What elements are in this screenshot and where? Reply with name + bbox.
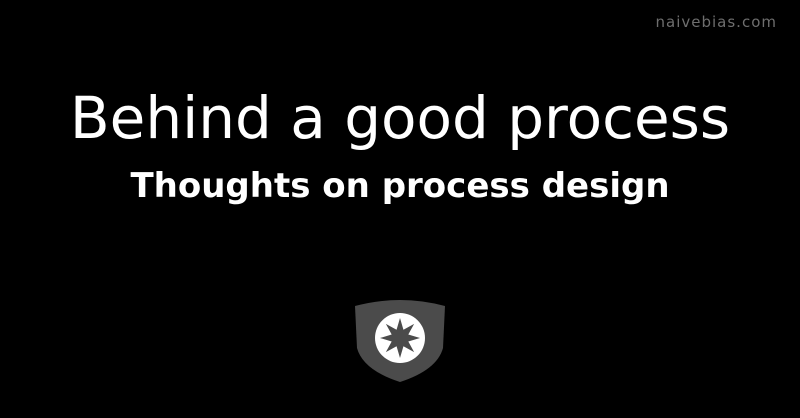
post-title: Behind a good process	[69, 84, 731, 152]
site-label: naivebias.com	[655, 13, 777, 31]
shield-star-icon	[355, 300, 445, 382]
post-subtitle: Thoughts on process design	[130, 166, 670, 206]
eight-point-star	[380, 318, 420, 358]
